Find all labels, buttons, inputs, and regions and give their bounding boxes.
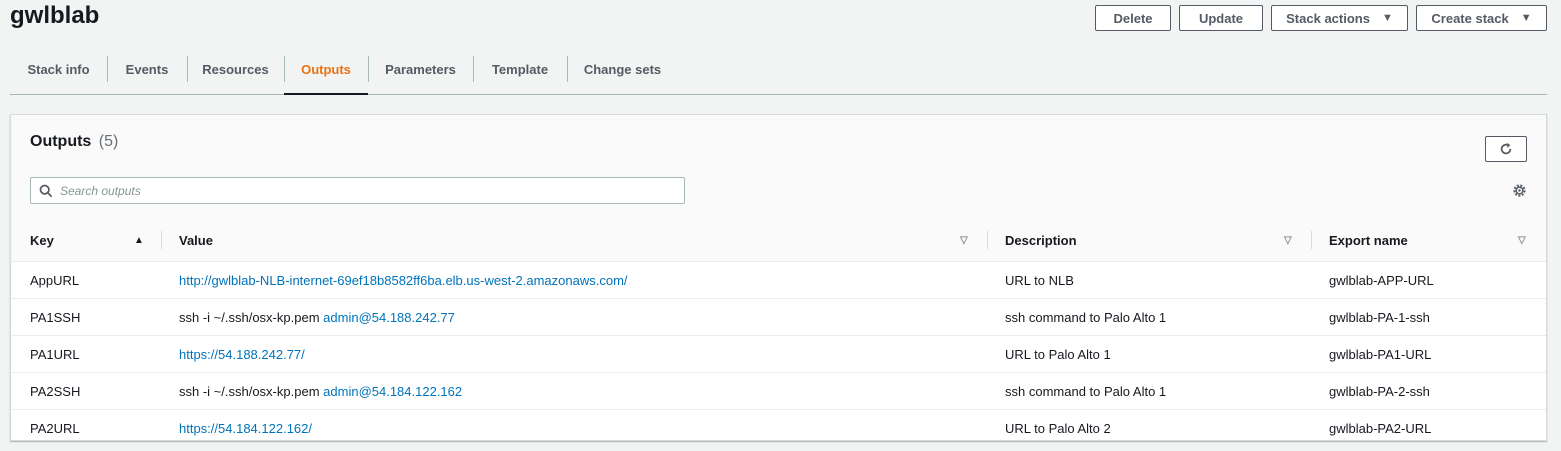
create-stack-label: Create stack	[1431, 10, 1509, 26]
cell-description: ssh command to Palo Alto 1	[1005, 309, 1167, 325]
delete-button[interactable]: Delete	[1095, 5, 1171, 31]
cell-key: PA2URL	[30, 420, 80, 436]
value-text: ssh -i ~/.ssh/osx-kp.pem	[179, 383, 320, 399]
cell-value: http://gwlblab-NLB-internet-69ef18b8582f…	[179, 262, 628, 298]
outputs-panel: Outputs (5) Key ▲ Va	[10, 114, 1547, 441]
caret-down-icon: ▼	[1520, 12, 1532, 24]
column-header-key[interactable]: Key ▲	[11, 219, 161, 261]
table-row: AppURL http://gwlblab-NLB-internet-69ef1…	[11, 262, 1546, 299]
outputs-title: Outputs (5)	[30, 133, 118, 151]
tab-change-sets[interactable]: Change sets	[567, 44, 678, 94]
value-text: ssh -i ~/.ssh/osx-kp.pem	[179, 309, 320, 325]
cell-description: ssh command to Palo Alto 1	[1005, 383, 1167, 399]
table-header: Key ▲ Value ▽ Description ▽ Export name …	[11, 219, 1546, 262]
value-link[interactable]: http://gwlblab-NLB-internet-69ef18b8582f…	[179, 273, 628, 288]
update-button[interactable]: Update	[1179, 5, 1263, 31]
outputs-table-body: AppURL http://gwlblab-NLB-internet-69ef1…	[11, 262, 1546, 446]
sort-icon[interactable]: ▽	[1284, 235, 1292, 246]
create-stack-dropdown[interactable]: Create stack ▼	[1416, 5, 1547, 31]
outputs-count: (5)	[98, 133, 119, 150]
cell-value: https://54.188.242.77/	[179, 336, 305, 372]
page-title: gwlblab	[10, 2, 100, 29]
column-divider	[161, 231, 162, 249]
cell-key: PA1SSH	[30, 309, 81, 325]
cell-description: URL to Palo Alto 1	[1005, 346, 1111, 362]
column-label: Description	[1005, 232, 1077, 248]
search-icon	[39, 184, 53, 198]
stack-actions-dropdown[interactable]: Stack actions ▼	[1271, 5, 1408, 31]
stack-actions-bar: Delete Update Stack actions ▼ Create sta…	[1095, 5, 1547, 31]
tab-events[interactable]: Events	[107, 44, 187, 94]
tab-resources[interactable]: Resources	[187, 44, 284, 94]
cell-export-name: gwlblab-APP-URL	[1329, 272, 1434, 288]
column-label: Key	[30, 232, 54, 248]
column-label: Value	[179, 232, 213, 248]
refresh-icon	[1500, 142, 1512, 155]
cell-value: ssh -i ~/.ssh/osx-kp.pem admin@54.184.12…	[179, 373, 462, 409]
cell-description: URL to NLB	[1005, 272, 1074, 288]
refresh-button[interactable]	[1485, 136, 1527, 162]
cell-value: ssh -i ~/.ssh/osx-kp.pem admin@54.188.24…	[179, 299, 455, 335]
cell-export-name: gwlblab-PA1-URL	[1329, 346, 1432, 362]
value-link[interactable]: https://54.188.242.77/	[179, 347, 305, 362]
column-header-export-name[interactable]: Export name ▽	[1311, 219, 1546, 261]
search-input[interactable]	[60, 182, 660, 199]
cell-export-name: gwlblab-PA-1-ssh	[1329, 309, 1430, 325]
tab-outputs[interactable]: Outputs	[284, 44, 368, 95]
column-divider	[987, 231, 988, 249]
value-link[interactable]: admin@54.188.242.77	[323, 310, 455, 325]
cell-value: https://54.184.122.162/	[179, 410, 312, 446]
column-header-value[interactable]: Value ▽	[161, 219, 987, 261]
stack-tabs: Stack info Events Resources Outputs Para…	[10, 44, 1547, 95]
cell-key: PA1URL	[30, 346, 80, 362]
cell-export-name: gwlblab-PA2-URL	[1329, 420, 1432, 436]
column-header-description[interactable]: Description ▽	[987, 219, 1311, 261]
column-label: Export name	[1329, 232, 1408, 248]
table-row: PA2SSH ssh -i ~/.ssh/osx-kp.pem admin@54…	[11, 373, 1546, 410]
cell-key: PA2SSH	[30, 383, 81, 399]
cell-key: AppURL	[30, 272, 80, 288]
outputs-title-text: Outputs	[30, 133, 92, 150]
sort-ascending-icon[interactable]: ▲	[134, 235, 144, 246]
sort-icon[interactable]: ▽	[960, 235, 968, 246]
outputs-header: Outputs (5)	[11, 115, 1546, 220]
value-link[interactable]: https://54.184.122.162/	[179, 421, 312, 436]
stack-actions-label: Stack actions	[1286, 10, 1370, 26]
table-row: PA1URL https://54.188.242.77/ URL to Pal…	[11, 336, 1546, 373]
caret-down-icon: ▼	[1381, 12, 1393, 24]
table-row: PA1SSH ssh -i ~/.ssh/osx-kp.pem admin@54…	[11, 299, 1546, 336]
gear-icon[interactable]	[1512, 183, 1527, 198]
tab-stack-info[interactable]: Stack info	[10, 44, 107, 94]
tab-parameters[interactable]: Parameters	[368, 44, 473, 94]
table-row: PA2URL https://54.184.122.162/ URL to Pa…	[11, 410, 1546, 446]
tab-template[interactable]: Template	[473, 44, 567, 94]
cell-export-name: gwlblab-PA-2-ssh	[1329, 383, 1430, 399]
cell-description: URL to Palo Alto 2	[1005, 420, 1111, 436]
search-field	[30, 177, 685, 204]
column-divider	[1311, 231, 1312, 249]
sort-icon[interactable]: ▽	[1518, 235, 1526, 246]
value-link[interactable]: admin@54.184.122.162	[323, 384, 462, 399]
